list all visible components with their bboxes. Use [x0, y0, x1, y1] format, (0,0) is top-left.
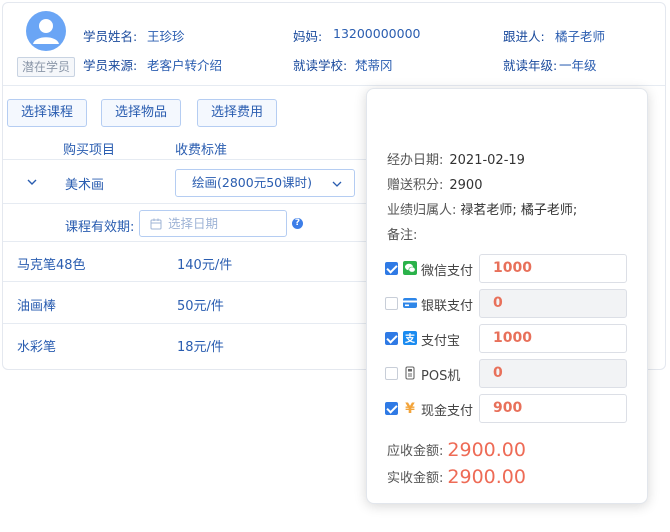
goods-name: 马克笔48色 [17, 258, 86, 273]
svg-text:¥: ¥ [405, 401, 415, 415]
avatar-block: 潜在学员 [17, 11, 75, 77]
wechat-amount-input[interactable]: 1000 [479, 254, 627, 283]
select-fee-button[interactable]: 选择费用 [197, 99, 277, 127]
cash-checkbox[interactable] [385, 402, 398, 415]
pos-amount-input[interactable]: 0 [479, 359, 627, 388]
payment-method-unionpay: 银联支付 0 [385, 289, 629, 319]
wechat-icon [403, 261, 417, 275]
mother-label: 妈妈: [293, 29, 323, 44]
goods-divider [3, 281, 367, 282]
received-amount: 2900.00 [447, 466, 526, 488]
user-avatar-icon [33, 19, 59, 44]
pos-checkbox[interactable] [385, 367, 398, 380]
remark-label: 备注: [387, 228, 418, 243]
column-header-item: 购买项目 [63, 143, 116, 158]
payment-method-alipay: 支 支付宝 1000 [385, 324, 629, 354]
calendar-icon [150, 218, 162, 230]
select-goods-button[interactable]: 选择物品 [101, 99, 181, 127]
school-value: 梵蒂冈 [355, 58, 393, 73]
status-badge: 潜在学员 [17, 57, 75, 77]
date-placeholder: 选择日期 [168, 216, 219, 231]
handle-date-row: 经办日期: 2021-02-19 [387, 149, 525, 168]
receivable-label: 应收金额: [387, 444, 444, 459]
performance-owner-row: 业绩归属人: 禄茗老师; 橘子老师; [387, 199, 577, 218]
student-name-label: 学员姓名: [83, 29, 138, 44]
payment-modal: 经办日期: 2021-02-19 赠送积分: 2900 业绩归属人: 禄茗老师; 橘子… [366, 88, 648, 504]
student-info-header: 潜在学员 学员姓名: 王珍珍 妈妈: 13200000000 跟进人: 橘子老师… [3, 3, 667, 87]
receivable-amount: 2900.00 [447, 439, 526, 461]
school-label: 就读学校: [293, 58, 348, 73]
pos-terminal-icon [405, 366, 415, 380]
help-icon[interactable]: ? [292, 218, 303, 229]
unionpay-amount-input[interactable]: 0 [479, 289, 627, 318]
payment-method-wechat: 微信支付 1000 [385, 254, 629, 284]
wechat-checkbox[interactable] [385, 262, 398, 275]
unionpay-label: 银联支付 [421, 299, 474, 314]
payment-method-pos: POS机 0 [385, 359, 629, 389]
goods-name: 水彩笔 [17, 340, 57, 355]
chevron-down-icon[interactable] [27, 177, 37, 187]
wechat-label: 微信支付 [421, 264, 474, 279]
unionpay-checkbox[interactable] [385, 297, 398, 310]
pos-label: POS机 [421, 369, 461, 384]
points-row: 赠送积分: 2900 [387, 174, 482, 193]
received-row: 实收金额: 2900.00 [387, 466, 526, 488]
fee-standard-select[interactable]: 绘画(2800元50课时) [175, 169, 355, 197]
remark-row: 备注: [387, 224, 417, 243]
received-label: 实收金额: [387, 471, 444, 486]
performance-owner-label: 业绩归属人: [387, 203, 457, 218]
alipay-label: 支付宝 [421, 334, 461, 349]
table-header-divider [3, 159, 367, 160]
source-label: 学员来源: [83, 58, 138, 73]
course-row-divider [3, 203, 367, 204]
grade-label: 就读年级: [503, 58, 558, 73]
handle-date-value: 2021-02-19 [449, 153, 525, 168]
handle-date-label: 经办日期: [387, 153, 444, 168]
goods-divider-top [3, 241, 367, 242]
alipay-checkbox[interactable] [385, 332, 398, 345]
cash-label: 现金支付 [421, 404, 474, 419]
yuan-cash-icon: ¥ [405, 401, 415, 415]
performance-owner-value: 禄茗老师; 橘子老师; [460, 203, 578, 218]
validity-label: 课程有效期: [65, 220, 135, 235]
column-header-fee: 收费标准 [175, 143, 228, 158]
follower-label: 跟进人: [503, 29, 545, 44]
grade-value: 一年级 [559, 58, 597, 73]
avatar [26, 11, 66, 51]
follower-value: 橘子老师 [555, 29, 606, 44]
source-value: 老客户转介绍 [147, 58, 223, 73]
goods-name: 油画棒 [17, 299, 57, 314]
select-course-button[interactable]: 选择课程 [7, 99, 87, 127]
chevron-down-icon [332, 181, 342, 187]
alipay-icon: 支 [403, 331, 417, 345]
goods-price: 50元/件 [177, 299, 224, 314]
alipay-amount-input[interactable]: 1000 [479, 324, 627, 353]
validity-date-picker[interactable]: 选择日期 [139, 210, 287, 237]
points-label: 赠送积分: [387, 178, 444, 193]
student-name-value: 王珍珍 [147, 29, 185, 44]
fee-standard-selected: 绘画(2800元50课时) [192, 175, 312, 190]
goods-price: 140元/件 [177, 258, 233, 273]
receivable-row: 应收金额: 2900.00 [387, 439, 526, 461]
unionpay-card-icon [403, 298, 417, 308]
svg-text:支: 支 [404, 332, 416, 345]
mother-phone-value: 13200000000 [333, 26, 421, 41]
course-name: 美术画 [65, 178, 105, 193]
cash-amount-input[interactable]: 900 [479, 394, 627, 423]
points-value: 2900 [449, 178, 483, 193]
header-divider [3, 85, 665, 86]
goods-price: 18元/件 [177, 340, 224, 355]
goods-divider [3, 323, 367, 324]
payment-method-cash: ¥ 现金支付 900 [385, 394, 629, 424]
